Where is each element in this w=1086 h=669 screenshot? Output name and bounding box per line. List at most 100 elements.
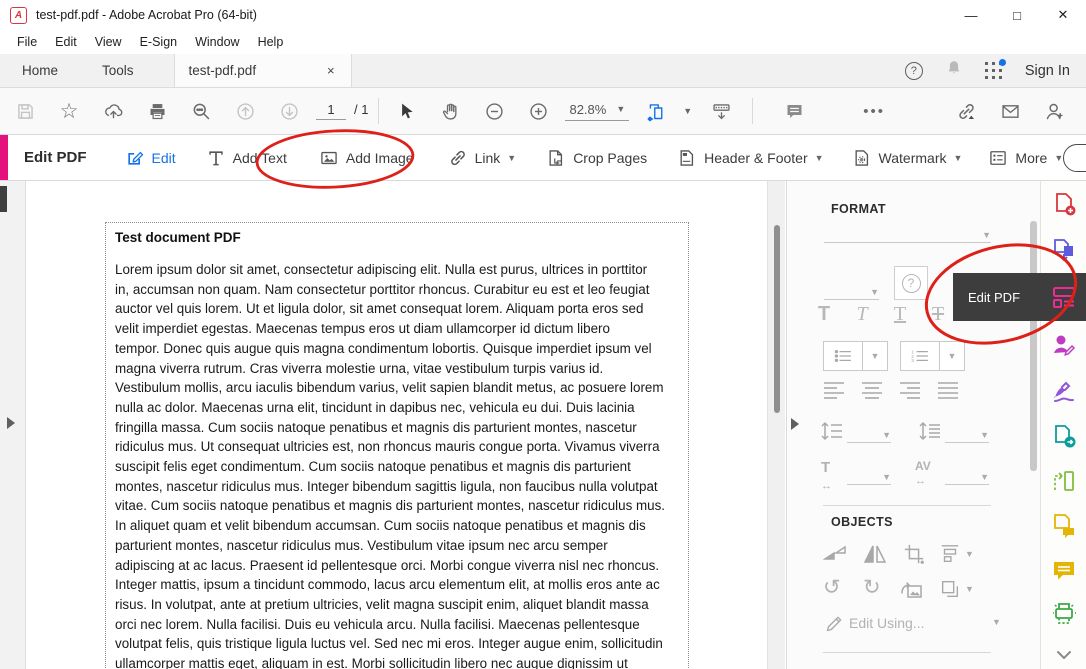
print-icon[interactable]: [140, 94, 174, 128]
editable-text-block[interactable]: Test document PDF Lorem ipsum dolor sit …: [105, 222, 689, 669]
chevron-down-icon[interactable]: ▼: [683, 106, 692, 116]
underline-button[interactable]: T: [887, 303, 913, 326]
previous-page-icon[interactable]: [228, 94, 262, 128]
apps-grid-icon[interactable]: [985, 62, 1003, 80]
character-spacing-dropdown[interactable]: ▼: [945, 461, 989, 485]
more-button[interactable]: More ▼: [988, 148, 1063, 168]
menu-esign[interactable]: E-Sign: [131, 32, 187, 52]
replace-image-icon[interactable]: [899, 579, 923, 599]
format-help-button[interactable]: ?: [894, 266, 928, 300]
italic-button[interactable]: T: [849, 303, 875, 326]
align-objects-icon[interactable]: [939, 543, 961, 565]
bulleted-list-dropdown[interactable]: ▼: [862, 341, 888, 371]
more-tools-chevron-icon[interactable]: [1050, 641, 1078, 669]
panel-scrollbar-thumb[interactable]: [1030, 221, 1037, 471]
email-icon[interactable]: [993, 94, 1027, 128]
tab-document[interactable]: test-pdf.pdf ×: [174, 54, 352, 87]
menu-edit[interactable]: Edit: [46, 32, 86, 52]
nav-pane-tab[interactable]: [0, 186, 7, 212]
select-tool-icon[interactable]: [389, 94, 423, 128]
flip-vertical-icon[interactable]: [823, 543, 847, 565]
watermark-button[interactable]: Watermark ▼: [852, 148, 963, 168]
add-text-button[interactable]: Add Text: [206, 148, 287, 168]
minimize-button[interactable]: —: [948, 0, 994, 30]
strikethrough-button[interactable]: T: [925, 303, 951, 326]
crop-pages-button[interactable]: Crop Pages: [546, 148, 647, 168]
collapse-right-panel-icon[interactable]: [791, 418, 799, 430]
sign-in-button[interactable]: Sign In: [1025, 63, 1070, 79]
line-spacing-dropdown[interactable]: ▼: [847, 419, 891, 443]
page-total-label: / 1: [354, 102, 368, 117]
maximize-button[interactable]: □: [994, 0, 1040, 30]
star-favorite-icon[interactable]: ☆: [52, 94, 86, 128]
font-size-dropdown[interactable]: ▼: [824, 274, 879, 300]
zoom-in-icon[interactable]: [521, 94, 555, 128]
organize-pages-icon[interactable]: [1050, 467, 1078, 495]
align-center-icon[interactable]: [861, 381, 883, 399]
send-for-comments-icon[interactable]: [1050, 422, 1078, 450]
edit-using-dropdown[interactable]: ▼: [992, 617, 1001, 627]
touch-mode-icon[interactable]: [704, 94, 738, 128]
align-left-icon[interactable]: [823, 381, 845, 399]
help-icon[interactable]: ?: [905, 62, 923, 80]
paragraph-spacing-dropdown[interactable]: ▼: [945, 419, 989, 443]
save-icon[interactable]: [8, 94, 42, 128]
edit-mode-button[interactable]: Edit: [125, 148, 176, 168]
horizontal-scale-dropdown[interactable]: ▼: [847, 461, 891, 485]
scan-and-ocr-icon[interactable]: [1050, 599, 1078, 627]
align-objects-dropdown[interactable]: ▼: [965, 549, 974, 559]
align-justify-icon[interactable]: [937, 381, 959, 399]
expand-left-pane-icon[interactable]: [7, 417, 15, 429]
zoom-level-dropdown[interactable]: 82.8% ▼: [565, 102, 629, 121]
tab-tools[interactable]: Tools: [80, 54, 156, 87]
link-button[interactable]: Link ▼: [448, 148, 517, 168]
edit-using-button[interactable]: Edit Using...: [849, 615, 924, 631]
menu-view[interactable]: View: [86, 32, 131, 52]
share-link-icon[interactable]: [949, 94, 983, 128]
chevron-down-icon: ▼: [1054, 153, 1063, 163]
numbered-list-button[interactable]: 123: [900, 341, 940, 371]
rotate-clockwise-icon[interactable]: ↻: [863, 575, 881, 600]
zoom-out-icon[interactable]: [477, 94, 511, 128]
next-page-icon[interactable]: [272, 94, 306, 128]
comment-tool-icon[interactable]: [1050, 557, 1078, 585]
export-pdf-icon[interactable]: [1050, 236, 1078, 264]
hand-tool-icon[interactable]: [433, 94, 467, 128]
compare-files-icon[interactable]: [1050, 512, 1078, 540]
menu-help[interactable]: Help: [249, 32, 293, 52]
menu-window[interactable]: Window: [186, 32, 248, 52]
bulleted-list-button[interactable]: [823, 341, 863, 371]
arrange-objects-icon[interactable]: [939, 578, 961, 600]
align-right-icon[interactable]: [899, 381, 921, 399]
crop-image-icon[interactable]: [903, 543, 925, 565]
tab-close-icon[interactable]: ×: [325, 63, 337, 78]
more-tools-icon[interactable]: •••: [857, 94, 891, 128]
comment-icon[interactable]: [777, 94, 811, 128]
rotate-counterclockwise-icon[interactable]: ↺: [823, 575, 841, 600]
notifications-bell-icon[interactable]: [945, 59, 963, 82]
profile-add-icon[interactable]: [1037, 94, 1071, 128]
request-e-signatures-icon[interactable]: [1050, 331, 1078, 359]
menu-file[interactable]: File: [8, 32, 46, 52]
menu-bar: File Edit View E-Sign Window Help: [0, 30, 1086, 54]
close-window-button[interactable]: ✕: [1040, 0, 1086, 30]
bold-button[interactable]: T: [811, 303, 837, 326]
flip-horizontal-icon[interactable]: [863, 543, 887, 565]
add-image-button[interactable]: Add Image: [319, 148, 414, 168]
numbered-list-dropdown[interactable]: ▼: [939, 341, 965, 371]
close-edit-pdf-button[interactable]: Close: [1063, 144, 1086, 172]
fit-width-icon[interactable]: [639, 94, 673, 128]
document-scrollbar[interactable]: [767, 181, 785, 669]
font-family-dropdown[interactable]: ▼: [824, 217, 991, 243]
tab-document-label: test-pdf.pdf: [189, 63, 257, 78]
fill-and-sign-icon[interactable]: [1050, 377, 1078, 405]
header-footer-button[interactable]: Header & Footer ▼: [677, 148, 823, 168]
share-upload-icon[interactable]: [96, 94, 130, 128]
edit-pdf-icon[interactable]: [1050, 283, 1078, 311]
page-number-input[interactable]: 1: [316, 102, 346, 120]
arrange-objects-dropdown[interactable]: ▼: [965, 584, 974, 594]
find-icon[interactable]: [184, 94, 218, 128]
tab-home[interactable]: Home: [0, 54, 80, 87]
create-pdf-icon[interactable]: [1050, 190, 1078, 218]
scrollbar-thumb[interactable]: [774, 225, 780, 413]
